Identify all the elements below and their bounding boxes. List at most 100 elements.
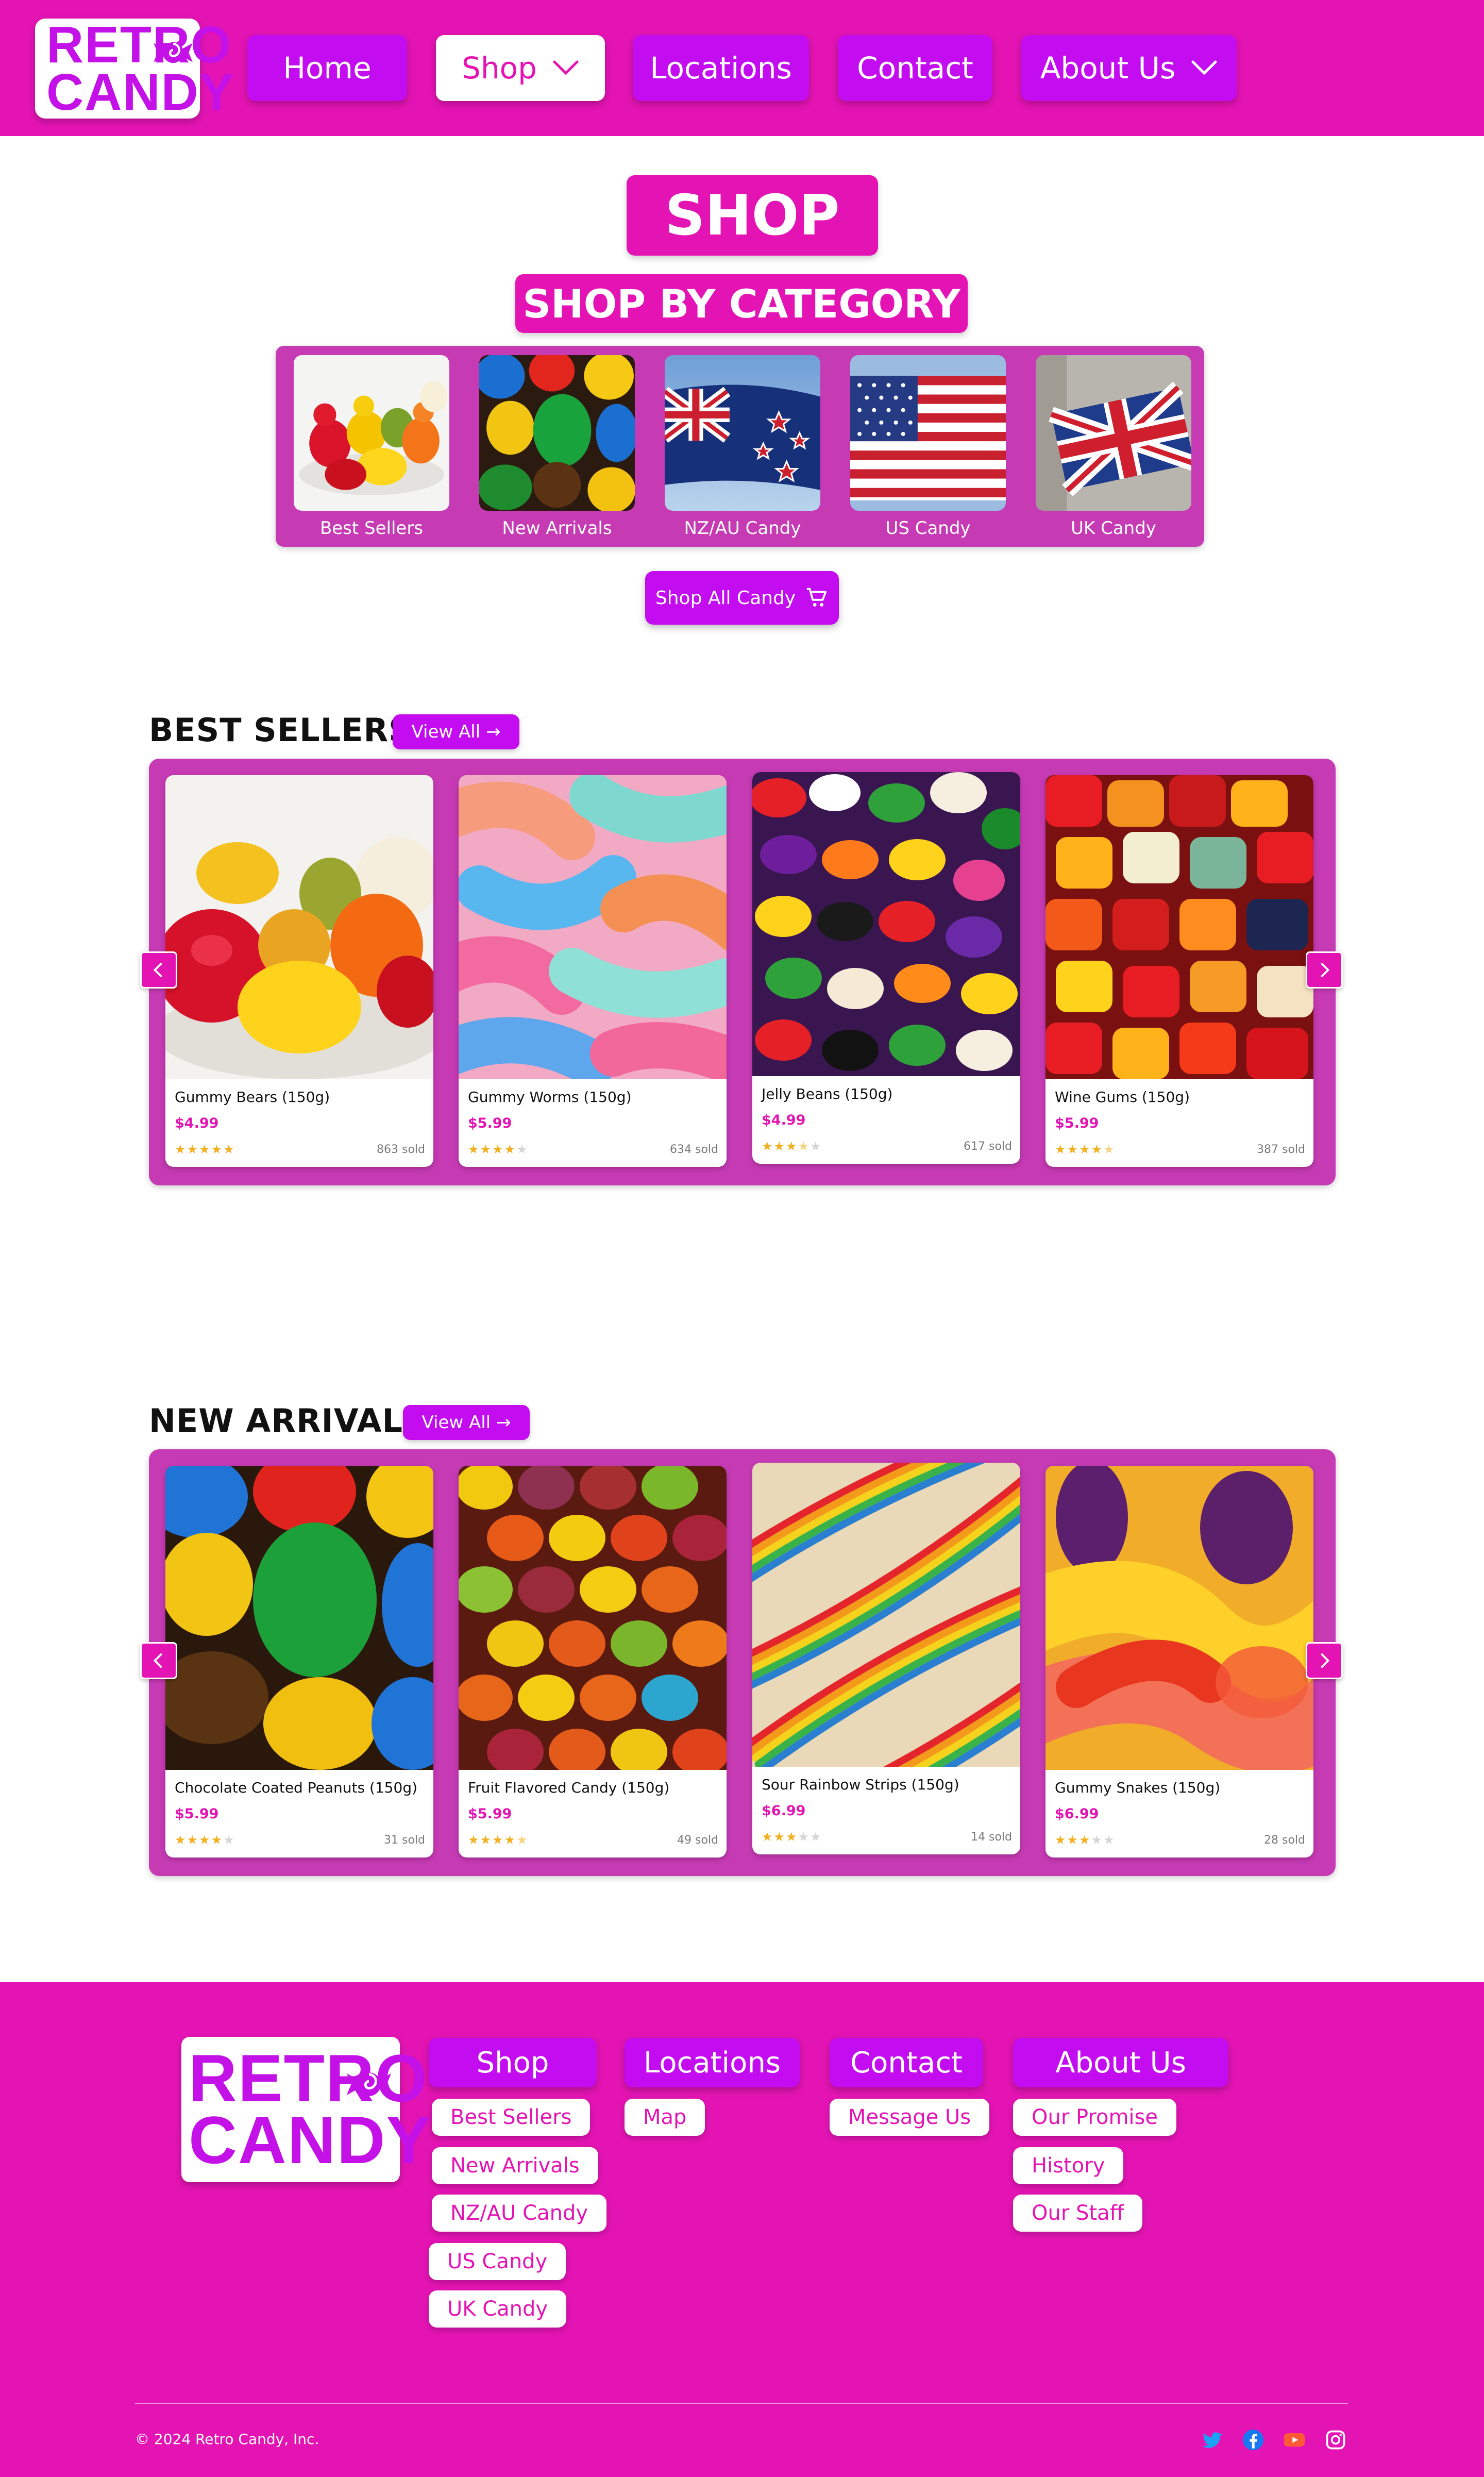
star-icon: ★	[1091, 1833, 1104, 1847]
footer-link-message-us[interactable]: Message Us	[830, 2099, 990, 2136]
footer-link-our-promise[interactable]: Our Promise	[1013, 2099, 1176, 2136]
star-icon: ★	[1055, 1833, 1067, 1847]
new-arrivals-next[interactable]	[1306, 1642, 1343, 1679]
product-card[interactable]: Fruit Flavored Candy (150g) $5.99 ★★★★★ …	[459, 1466, 727, 1857]
category-new-arrivals[interactable]: New Arrivals	[479, 355, 635, 539]
star-icon: ★	[199, 1142, 211, 1157]
product-card[interactable]: Gummy Worms (150g) $5.99 ★★★★★ 634 sold	[459, 775, 727, 1167]
wine-gums-image	[1045, 775, 1313, 1079]
star-icon: ★	[516, 1142, 529, 1157]
category-label: Best Sellers	[319, 518, 424, 539]
footer-link-uk-candy[interactable]: UK Candy	[429, 2290, 567, 2328]
star-icon: ★	[1055, 1142, 1067, 1157]
star-icon: ★	[798, 1139, 811, 1153]
star-icon: ★	[786, 1830, 798, 1844]
product-card[interactable]: Gummy Snakes (150g) $6.99 ★★★★★ 28 sold	[1045, 1466, 1313, 1857]
footer-link-us-candy[interactable]: US Candy	[429, 2243, 566, 2280]
shop-all-label: Shop All Candy	[655, 587, 796, 609]
product-card[interactable]: Chocolate Coated Peanuts (150g) $5.99 ★★…	[165, 1466, 433, 1857]
category-panel: Best Sellers New Arrivals NZ/AU Candy US…	[276, 346, 1204, 547]
nav-locations[interactable]: Locations	[633, 35, 809, 101]
product-rating: ★★★★★	[468, 1142, 529, 1157]
nav-home[interactable]: Home	[247, 35, 407, 101]
youtube-icon[interactable]	[1283, 2429, 1306, 2451]
product-price: $5.99	[468, 1806, 512, 1822]
footer-link-map[interactable]: Map	[625, 2099, 705, 2136]
star-icon: ★	[211, 1833, 224, 1847]
category-nz-au-candy[interactable]: NZ/AU Candy	[665, 355, 820, 539]
product-card[interactable]: Sour Rainbow Strips (150g) $6.99 ★★★★★ 1…	[752, 1463, 1020, 1854]
site-header: RETRO CANDY Home Shop Locations Contact …	[0, 0, 1484, 136]
product-name: Chocolate Coated Peanuts (150g)	[175, 1779, 418, 1796]
product-name: Gummy Snakes (150g)	[1055, 1779, 1221, 1796]
star-icon: ★	[480, 1833, 493, 1847]
category-label: UK Candy	[1071, 518, 1156, 539]
logo-line-2: CANDY	[46, 63, 235, 121]
product-name: Sour Rainbow Strips (150g)	[762, 1776, 959, 1793]
footer-link-our-staff[interactable]: Our Staff	[1013, 2195, 1143, 2232]
new-arrivals-prev[interactable]	[140, 1642, 177, 1679]
category-label: NZ/AU Candy	[684, 518, 801, 539]
star-icon: ★	[773, 1830, 786, 1844]
star-icon: ★	[516, 1833, 529, 1847]
star-icon: ★	[1067, 1142, 1080, 1157]
footer-link-new-arrivals[interactable]: New Arrivals	[432, 2147, 598, 2184]
best-sellers-next[interactable]	[1306, 951, 1343, 989]
nav-shop[interactable]: Shop	[436, 35, 605, 101]
twitter-icon[interactable]	[1201, 2429, 1223, 2451]
product-card[interactable]: Jelly Beans (150g) $4.99 ★★★★★ 617 sold	[752, 772, 1020, 1164]
footer-heading-shop[interactable]: Shop	[429, 2038, 597, 2087]
nav-about-label: About Us	[1040, 51, 1176, 86]
footer-heading-about-us[interactable]: About Us	[1013, 2038, 1228, 2087]
retro-candy-logo[interactable]: RETRO CANDY	[35, 19, 235, 121]
category-us-candy[interactable]: US Candy	[850, 355, 1006, 539]
product-card[interactable]: Gummy Bears (150g) $4.99 ★★★★★ 863 sold	[165, 775, 433, 1167]
star-icon: ★	[468, 1833, 480, 1847]
category-best-sellers[interactable]: Best Sellers	[294, 355, 449, 539]
best-sellers-view-all[interactable]: View All →	[393, 714, 519, 749]
footer-heading-contact[interactable]: Contact	[830, 2038, 983, 2087]
nz-flag-image	[665, 355, 820, 511]
uk-flag-image	[1036, 355, 1191, 511]
facebook-icon[interactable]	[1242, 2429, 1264, 2451]
product-sold: 28 sold	[1264, 1834, 1305, 1847]
footer-link-best-sellers[interactable]: Best Sellers	[432, 2099, 591, 2136]
star-icon: ★	[762, 1139, 774, 1153]
product-sold: 634 sold	[670, 1143, 718, 1156]
star-icon: ★	[1079, 1142, 1091, 1157]
fruit-candy-image	[459, 1466, 727, 1770]
sour-strips-image	[752, 1463, 1020, 1767]
us-flag-image	[850, 355, 1006, 511]
star-icon: ★	[175, 1142, 187, 1157]
product-rating: ★★★★★	[468, 1833, 529, 1847]
chevron-left-icon	[153, 1653, 162, 1668]
footer-link-history[interactable]: History	[1013, 2147, 1124, 2184]
footer-link-nz-au-candy[interactable]: NZ/AU Candy	[432, 2195, 607, 2232]
product-price: $4.99	[762, 1112, 806, 1128]
product-card[interactable]: Wine Gums (150g) $5.99 ★★★★★ 387 sold	[1045, 775, 1313, 1167]
page-title: SHOP	[627, 175, 878, 256]
best-sellers-prev[interactable]	[140, 951, 177, 989]
best-sellers-carousel: Gummy Bears (150g) $4.99 ★★★★★ 863 sold	[149, 759, 1336, 1185]
category-uk-candy[interactable]: UK Candy	[1036, 355, 1191, 539]
footer-heading-locations[interactable]: Locations	[625, 2038, 800, 2087]
product-price: $5.99	[468, 1115, 512, 1131]
new-arrivals-view-all[interactable]: View All →	[403, 1405, 530, 1440]
product-name: Wine Gums (150g)	[1055, 1089, 1190, 1106]
star-icon: ★	[187, 1833, 199, 1847]
star-icon: ★	[786, 1139, 798, 1153]
instagram-icon[interactable]	[1324, 2429, 1347, 2451]
nav-contact[interactable]: Contact	[838, 35, 992, 101]
product-rating: ★★★★★	[175, 1833, 235, 1847]
copyright-text: © 2024 Retro Candy, Inc.	[135, 2431, 319, 2448]
chocolate-candies-image	[479, 355, 635, 511]
gummy-bears-image	[294, 355, 449, 511]
star-icon: ★	[199, 1833, 211, 1847]
shop-all-candy-button[interactable]: Shop All Candy	[645, 571, 839, 625]
nav-about-us[interactable]: About Us	[1021, 35, 1237, 101]
chevron-left-icon	[153, 963, 162, 977]
retro-candy-logo[interactable]: RETRO CANDY	[181, 2037, 431, 2182]
new-arrivals-heading: NEW ARRIVALS	[149, 1402, 427, 1440]
gummy-snakes-image	[1045, 1466, 1313, 1770]
star-icon: ★	[175, 1833, 187, 1847]
